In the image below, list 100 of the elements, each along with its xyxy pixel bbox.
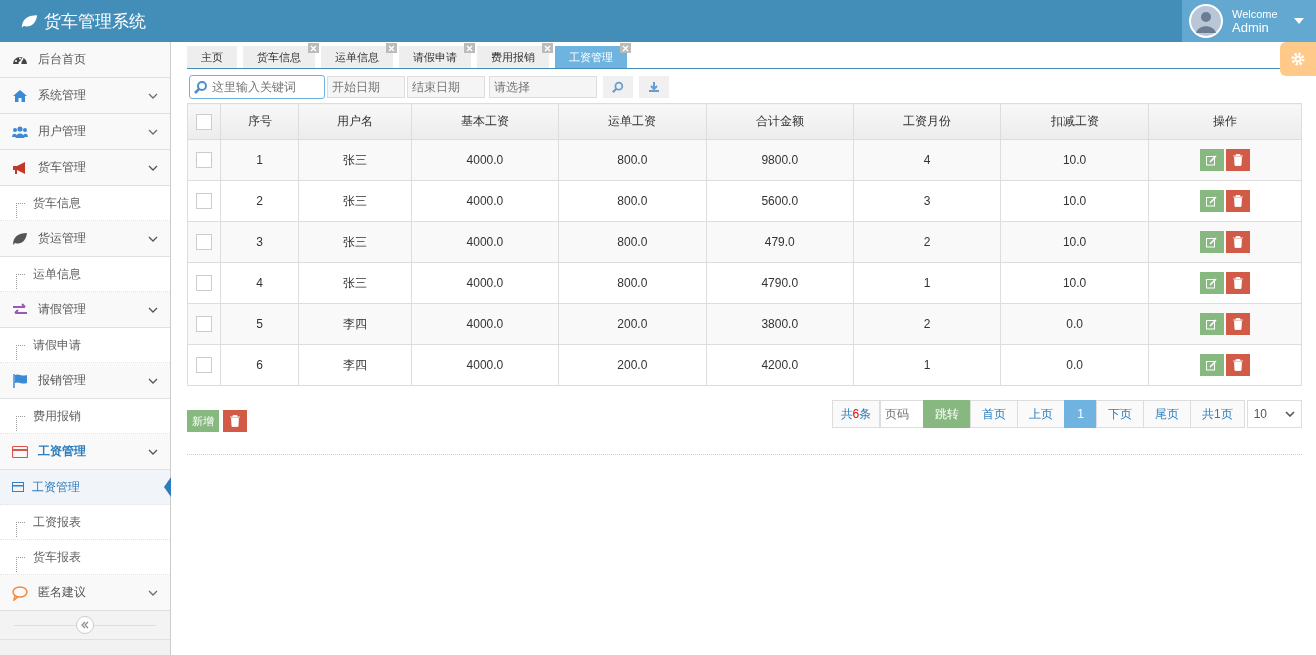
tab[interactable]: 货车信息 [243,46,315,68]
table-cell: 4000.0 [411,344,559,386]
table-cell: 3800.0 [706,303,854,345]
tab[interactable]: 运单信息 [321,46,393,68]
edit-button[interactable] [1199,313,1224,335]
edit-icon [1206,236,1218,248]
delete-button[interactable] [1225,272,1250,294]
table-cell: 200.0 [558,303,707,345]
close-icon[interactable] [542,43,553,53]
table-cell: 4 [853,139,1001,181]
menu-item[interactable]: 工资管理 [0,434,170,470]
checkbox[interactable] [196,113,212,130]
close-icon[interactable] [464,43,475,53]
menu-item[interactable]: 货车管理 [0,150,170,186]
edit-icon [1206,195,1218,207]
last-page-button[interactable]: 尾页 [1142,400,1191,428]
table-cell: 6 [220,344,299,386]
submenu-item[interactable]: 费用报销 [0,399,170,434]
export-button[interactable] [639,76,669,98]
edit-button[interactable] [1199,354,1224,376]
edit-icon [1206,154,1218,166]
submenu-item[interactable]: 工资报表 [0,505,170,540]
checkbox[interactable] [196,357,212,373]
menu-item[interactable]: 报销管理 [0,363,170,399]
table-cell: 479.0 [706,221,854,263]
table-cell: 5600.0 [706,180,854,222]
submenu-item[interactable]: 请假申请 [0,328,170,363]
table-cell: 200.0 [558,344,707,386]
delete-button[interactable] [1225,354,1250,376]
table-cell: 10.0 [1000,180,1149,222]
avatar-icon [1188,3,1224,39]
first-page-button[interactable]: 首页 [970,400,1019,428]
table-cell: 800.0 [558,221,707,263]
table-cell: 2 [853,221,1001,263]
trash-icon [230,415,240,427]
previous-page-button[interactable]: 上页 [1017,400,1066,428]
chevron-icon [148,164,158,171]
page-size-select[interactable]: 10 [1246,400,1302,428]
next-page-button[interactable]: 下页 [1095,400,1144,428]
megaphone-icon [12,159,28,176]
trash-icon [1232,359,1243,371]
chevron-icon [148,235,158,242]
table-cell: 0.0 [1000,344,1149,386]
tab[interactable]: 主页 [187,46,237,68]
table-cell: 10.0 [1000,262,1149,304]
checkbox[interactable] [196,193,212,209]
close-icon[interactable] [308,43,319,53]
checkbox[interactable] [196,152,212,168]
submenu-item[interactable]: 工资管理 [0,470,170,505]
menu-item[interactable]: 货运管理 [0,221,170,257]
delete-button[interactable] [1225,149,1250,171]
menu-item[interactable]: 后台首页 [0,42,170,78]
checkbox[interactable] [196,316,212,332]
menu-item[interactable]: 匿名建议 [0,575,170,611]
delete-button[interactable] [1225,313,1250,335]
page-number-field[interactable]: 页码 [880,400,925,428]
table-cell: 2 [853,303,1001,345]
checkbox[interactable] [196,234,212,250]
column-header: 合计金额 [706,103,854,140]
column-header: 序号 [220,103,299,140]
tab[interactable]: 费用报销 [477,46,549,68]
checkbox[interactable] [196,275,212,291]
settings-icon [1290,51,1306,67]
tab[interactable]: 请假申请 [399,46,471,68]
search-field[interactable]: 这里输入关键词 [189,75,325,99]
delete-button[interactable] [1225,231,1250,253]
trash-icon [1232,236,1243,248]
menu-item[interactable]: 系统管理 [0,78,170,114]
select-field[interactable]: 请选择 [489,76,597,98]
edit-button[interactable] [1199,272,1224,294]
user-name: Admin [1232,21,1270,34]
speech-bubble-icon [12,584,28,601]
delete-button[interactable] [1225,190,1250,212]
table-cell: 4000.0 [411,262,559,304]
menu-item[interactable]: 用户管理 [0,114,170,150]
table-cell: 张三 [298,262,412,304]
welcome-text: Welcome [1232,8,1279,21]
edit-button[interactable] [1199,149,1224,171]
search-button[interactable] [603,76,633,98]
submenu-item[interactable]: 货车信息 [0,186,170,221]
settings-button[interactable] [1280,42,1316,76]
table-cell: 张三 [298,139,412,181]
collapse-button[interactable] [76,616,94,634]
table-cell: 张三 [298,180,412,222]
delete-button[interactable] [223,410,247,432]
submenu-item[interactable]: 货车报表 [0,540,170,575]
chevron-icon [148,448,158,455]
end-date-field[interactable]: 结束日期 [407,76,485,98]
close-icon[interactable] [620,43,631,53]
start-date-field[interactable]: 开始日期 [327,76,405,98]
submenu-item[interactable]: 运单信息 [0,257,170,292]
trash-icon [1232,318,1243,330]
menu-item[interactable]: 请假管理 [0,292,170,328]
table-cell: 4790.0 [706,262,854,304]
edit-button[interactable] [1199,231,1224,253]
edit-button[interactable] [1199,190,1224,212]
table-cell: 张三 [298,221,412,263]
table-cell: 4000.0 [411,139,559,181]
flag-icon [12,372,28,389]
close-icon[interactable] [386,43,397,53]
